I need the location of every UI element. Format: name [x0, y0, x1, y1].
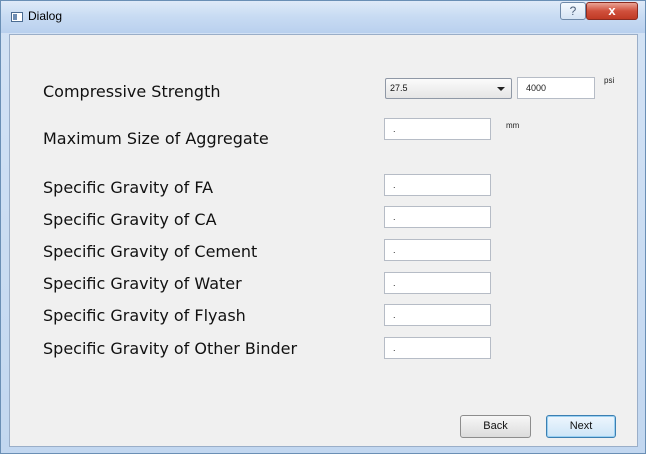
strength-input[interactable]: 4000	[517, 77, 595, 99]
max-aggregate-size-label: Maximum Size of Aggregate	[43, 129, 269, 148]
max-aggregate-size-unit: mm	[506, 121, 520, 130]
grade-select-value: 27.5	[390, 83, 408, 93]
specific-gravity-water-label: Specific Gravity of Water	[43, 274, 242, 293]
window-icon	[11, 12, 23, 22]
grade-select[interactable]: 27.5	[385, 78, 512, 99]
specific-gravity-other-binder-input[interactable]: .	[384, 337, 491, 359]
specific-gravity-other-binder-label: Specific Gravity of Other Binder	[43, 339, 298, 358]
strength-unit: psi	[604, 76, 615, 85]
specific-gravity-fa-input[interactable]: .	[384, 174, 491, 196]
back-button[interactable]: Back	[460, 415, 531, 438]
compressive-strength-label: Compressive Strength	[43, 82, 221, 101]
specific-gravity-cement-label: Specific Gravity of Cement	[43, 242, 258, 261]
close-button[interactable]: x	[586, 2, 638, 20]
specific-gravity-cement-input[interactable]: .	[384, 239, 491, 261]
title-bar[interactable]: Dialog ? x	[1, 1, 645, 33]
specific-gravity-ca-input[interactable]: .	[384, 206, 491, 228]
dialog-content: Compressive Strength 27.5 4000 psi Maxim…	[9, 34, 638, 447]
window-title: Dialog	[28, 9, 63, 23]
specific-gravity-flyash-label: Specific Gravity of Flyash	[43, 306, 246, 325]
specific-gravity-water-input[interactable]: .	[384, 272, 491, 294]
chevron-down-icon	[497, 87, 505, 91]
specific-gravity-ca-label: Specific Gravity of CA	[43, 210, 217, 229]
help-button[interactable]: ?	[560, 2, 586, 20]
specific-gravity-fa-label: Specific Gravity of FA	[43, 178, 214, 197]
dialog-window: Dialog ? x Compressive Strength 27.5 400…	[0, 0, 646, 454]
next-button[interactable]: Next	[546, 415, 616, 438]
max-aggregate-size-input[interactable]: .	[384, 118, 491, 140]
specific-gravity-flyash-input[interactable]: .	[384, 304, 491, 326]
